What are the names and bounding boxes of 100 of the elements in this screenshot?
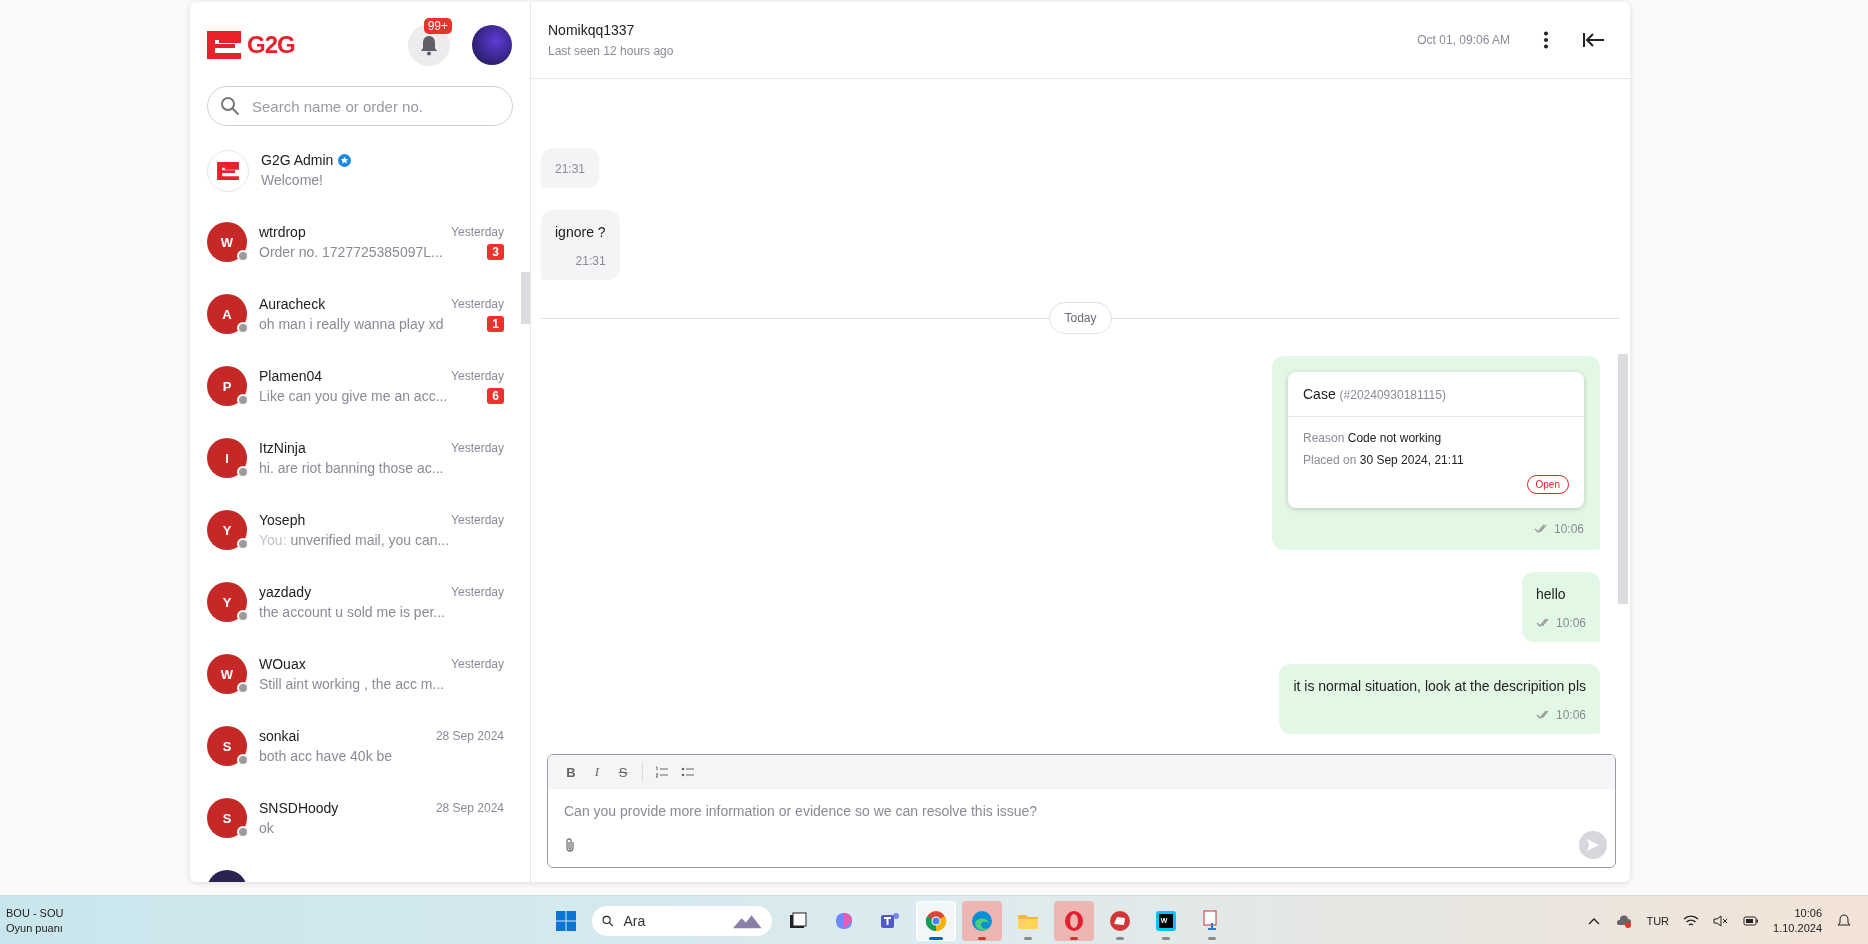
contact-name: Yoseph <box>259 512 306 528</box>
message-time: Yesterday <box>451 225 504 239</box>
scrollbar-thumb[interactable] <box>521 272 530 324</box>
search-input[interactable]: Ara <box>621 911 726 930</box>
message-time: Yesterday <box>451 657 504 671</box>
message-text: it is normal situation, look at the descripition pls <box>1293 678 1586 694</box>
strike-button[interactable]: S <box>612 761 634 783</box>
widget-title[interactable]: BOU - SOU <box>6 907 546 919</box>
profile-avatar[interactable] <box>472 25 512 65</box>
conversation-item[interactable]: S SNSDHoody 28 Sep 2024 ok <box>190 798 518 870</box>
contact-name: sonkai <box>259 728 300 744</box>
case-card[interactable]: Case (#20240930181115) Reason Code not working Placed on 30 Sep 2024, 21:11 Open <box>1288 372 1584 508</box>
message-editor[interactable]: B I S Can you provide more information or evidence so we can resolve this issue? <box>547 754 1616 868</box>
unread-count: 6 <box>487 388 504 404</box>
collapse-panel-icon[interactable] <box>1582 30 1606 50</box>
contact-name: ItzNinja <box>259 440 306 456</box>
last-seen-text: Last seen 12 hours ago <box>548 44 675 58</box>
message-time: 10:06 <box>1555 708 1586 722</box>
contact-name: yazdady <box>259 584 312 600</box>
contact-name: wtrdrop <box>259 224 306 240</box>
message-time: Yesterday <box>451 513 504 527</box>
app-icon <box>970 908 994 933</box>
conversation-item[interactable]: I ItzNinja Yesterday hi. are riot banning those ac... <box>190 438 518 510</box>
avatar: W <box>207 654 247 694</box>
app-icon <box>1062 908 1086 933</box>
conversation-item[interactable]: P Plamen04 Yesterday Like can you give me an acc... 6 <box>190 366 518 438</box>
clock-date: 1.10.2024 <box>1773 922 1822 934</box>
bell-icon <box>419 34 439 56</box>
message-time: 28 Sep 2024 <box>435 729 504 743</box>
message-preview: hi. are riot banning those ac... <box>259 460 444 476</box>
message-time: Yesterday <box>451 297 504 311</box>
windows-logo-icon <box>554 908 578 933</box>
bell-icon[interactable] <box>1836 913 1852 928</box>
conversation-item[interactable]: W wtrdrop Yesterday Order no. 1727725385097L... 3 <box>190 222 518 294</box>
unread-count: 1 <box>487 316 504 332</box>
message-time: Yesterday <box>451 441 504 455</box>
conversation-item[interactable]: Y Yoseph Yesterday You: unverified mail, you can... <box>190 510 518 582</box>
message-preview: oh man i really wanna play xd <box>259 316 444 332</box>
paperclip-icon[interactable] <box>564 837 576 853</box>
brand-name: G2G <box>247 31 295 59</box>
clock-time: 10:06 <box>1794 907 1822 919</box>
bullet-list-icon <box>681 766 695 778</box>
contact-name: Auracheck <box>259 296 326 312</box>
app-icon <box>1154 908 1178 933</box>
case-title: Case (#20240930181115) <box>1288 372 1584 417</box>
avatar: I <box>207 438 247 478</box>
wifi-icon[interactable] <box>1683 913 1700 928</box>
message-time: 28 Sep 2024 <box>435 801 504 815</box>
message-text: hello <box>1535 586 1567 602</box>
language-indicator[interactable]: TUR <box>1646 914 1670 927</box>
message-input[interactable]: Can you provide more information or evidence so we can resolve this issue? <box>548 789 1615 827</box>
search-icon <box>220 96 240 116</box>
message-time: 10:06 <box>1553 522 1584 536</box>
widget-subtitle: Oyun puanı <box>6 922 64 934</box>
contact-name: Nomikqq1337 <box>548 22 636 38</box>
avatar: S <box>207 798 247 838</box>
conversation-item[interactable]: G2G Admin Welcome! <box>190 150 518 222</box>
taskbar-search-field[interactable]: Ara <box>592 905 772 936</box>
message-preview: Welcome! <box>261 172 324 188</box>
message-preview: Like can you give me an acc... <box>259 388 448 404</box>
case-field: Reason Code not working <box>1303 431 1569 445</box>
clock[interactable]: 10:06 1.10.2024 <box>1773 907 1822 934</box>
g2g-logo-icon <box>207 31 241 59</box>
unread-count: 3 <box>487 244 504 260</box>
numbered-list-icon <box>655 766 669 778</box>
conversation-item[interactable]: Y yazdady Yesterday the account u sold me is per... <box>190 582 518 654</box>
g2g-logo-icon <box>217 162 239 180</box>
avatar: P <box>207 366 247 406</box>
battery-icon[interactable] <box>1743 913 1760 928</box>
notification-count: 99+ <box>423 18 452 34</box>
message-time: 21:31 <box>575 254 606 268</box>
avatar: W <box>207 222 247 262</box>
message-time: 10:06 <box>1555 616 1586 630</box>
contact-name: WOuax <box>259 656 306 672</box>
message-preview: both acc have 40k be <box>259 748 393 764</box>
app-icon <box>924 908 948 933</box>
cloud-icon[interactable] <box>1616 913 1633 928</box>
case-field: Placed on 30 Sep 2024, 21:11 <box>1303 453 1569 467</box>
message-text: ignore ? <box>555 224 606 240</box>
message-preview: Still aint working , the acc m... <box>259 676 445 692</box>
send-icon <box>1586 838 1600 852</box>
scrollbar-thumb[interactable] <box>1618 354 1628 604</box>
search-input[interactable]: Search name or order no. <box>250 96 500 116</box>
message-preview: the account u sold me is per... <box>259 604 445 620</box>
date-time: Oct 01, 09:06 AM <box>1417 33 1510 47</box>
bold-button[interactable]: B <box>560 761 582 783</box>
contact-name: Plamen04 <box>259 368 323 384</box>
contact-name: SNSDHoody <box>259 800 339 816</box>
message-time: Yesterday <box>451 585 504 599</box>
italic-button[interactable]: I <box>586 761 608 783</box>
conversation-item[interactable]: A Auracheck Yesterday oh man i really wanna play xd 1 <box>190 294 518 366</box>
conversation-item[interactable]: S sonkai 28 Sep 2024 both acc have 40k be <box>190 726 518 798</box>
message-time: 21:31 <box>555 162 586 176</box>
avatar: S <box>207 726 247 766</box>
speaker-muted-icon[interactable] <box>1713 913 1730 928</box>
app-icon <box>1108 908 1132 933</box>
message-time: Yesterday <box>451 369 504 383</box>
date-divider: Today <box>1049 302 1112 334</box>
message-preview: ok <box>259 820 274 836</box>
conversation-item[interactable]: W WOuax Yesterday Still aint working , the acc m... <box>190 654 518 726</box>
